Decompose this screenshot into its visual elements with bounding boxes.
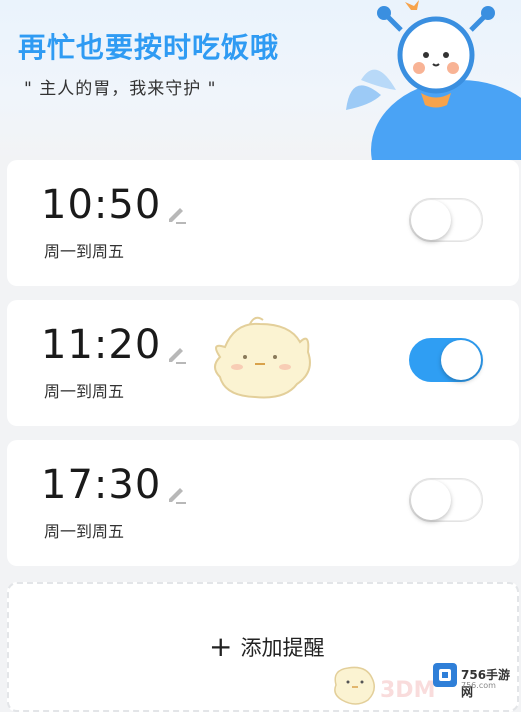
page-title: 再忙也要按时吃饭哦: [18, 31, 280, 64]
page-subtitle: " 主人的胃，我来守护 ": [24, 79, 217, 99]
brand-logo-icon: [433, 663, 457, 687]
alarm-toggle[interactable]: [409, 198, 483, 242]
chick-watermark: [334, 666, 375, 705]
add-reminder-button[interactable]: + 添加提醒: [7, 582, 519, 712]
alarm-repeat: 周一到周五: [44, 522, 125, 541]
alarm-repeat: 周一到周五: [44, 382, 125, 401]
alarm-repeat: 周一到周五: [44, 242, 125, 261]
toggle-knob: [441, 340, 481, 380]
chick-sticker: [214, 316, 311, 399]
watermark-url: 756.com: [461, 681, 496, 690]
alarm-toggle[interactable]: [409, 338, 483, 382]
toggle-knob: [411, 480, 451, 520]
edit-icon[interactable]: [165, 202, 189, 226]
alarm-card[interactable]: 10:50 周一到周五: [7, 160, 519, 286]
watermark-3dm: 3DM: [380, 678, 436, 703]
toggle-knob: [411, 200, 451, 240]
alarm-card[interactable]: 17:30 周一到周五: [7, 440, 519, 566]
add-reminder-label: 添加提醒: [240, 636, 325, 660]
plus-icon: +: [209, 630, 233, 663]
edit-icon[interactable]: [165, 482, 189, 506]
alarm-time: 11:20: [41, 322, 162, 368]
edit-icon[interactable]: [165, 342, 189, 366]
mascot-illustration: [346, 0, 521, 160]
alarm-toggle[interactable]: [409, 478, 483, 522]
header-banner: 再忙也要按时吃饭哦 " 主人的胃，我来守护 ": [0, 0, 521, 160]
alarm-time: 10:50: [41, 182, 162, 228]
alarm-time: 17:30: [41, 462, 162, 508]
